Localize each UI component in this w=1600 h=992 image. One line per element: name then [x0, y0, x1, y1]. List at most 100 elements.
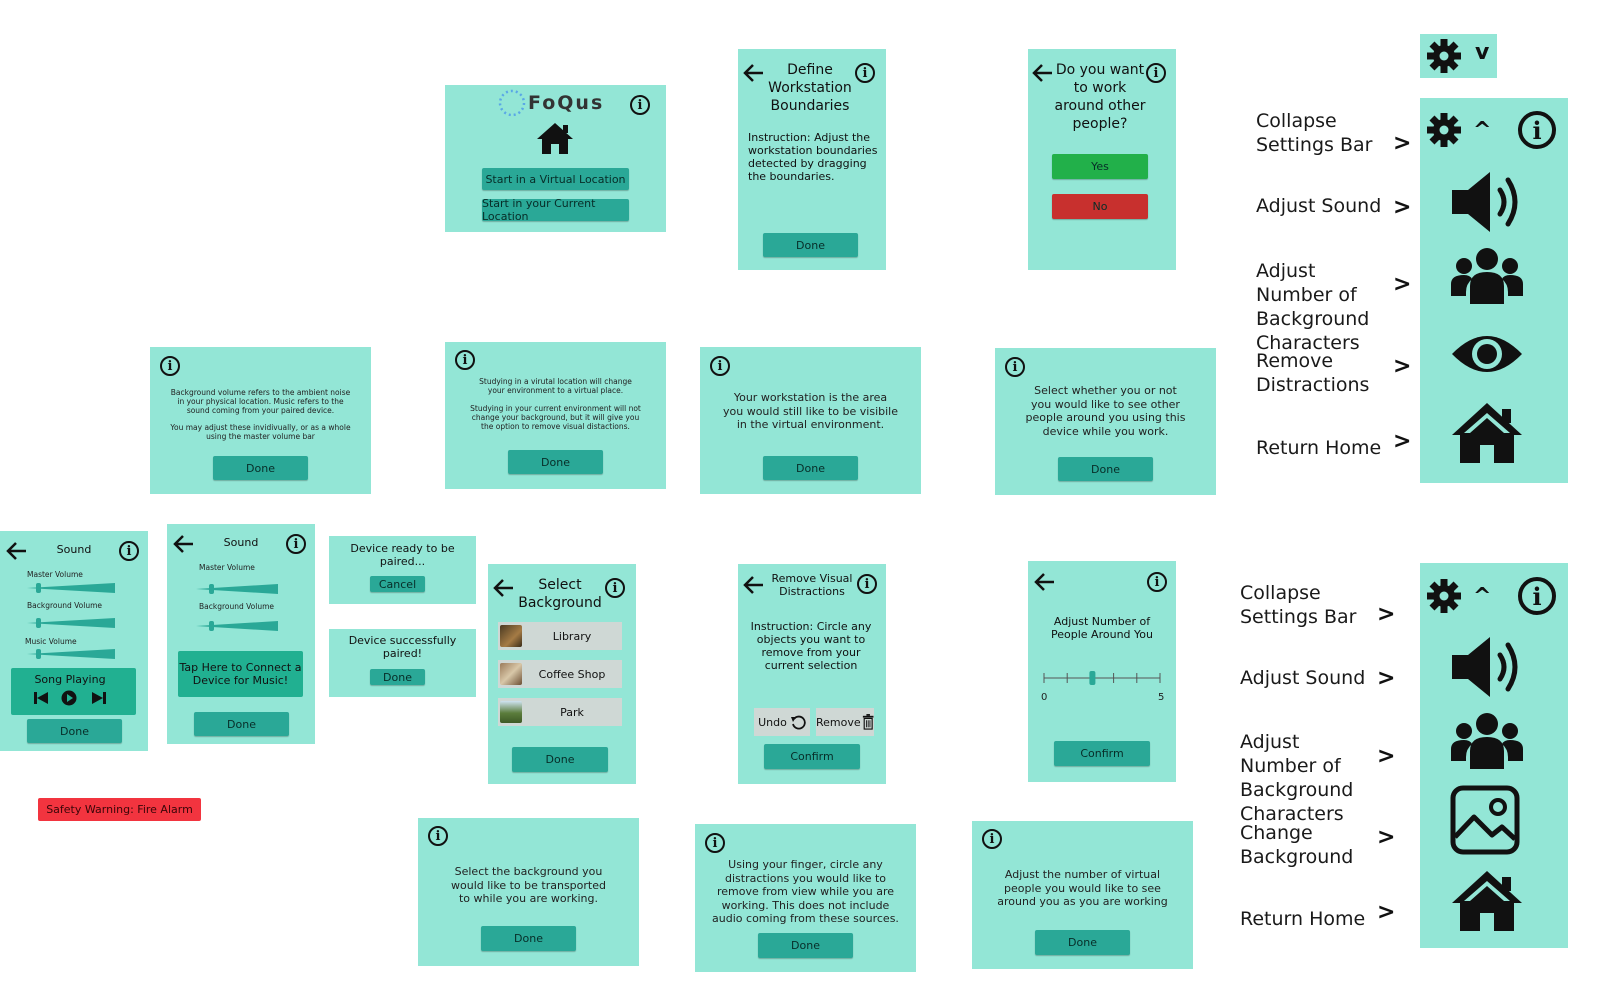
info-icon[interactable]: i [286, 534, 306, 554]
info-icon[interactable]: i [710, 356, 730, 376]
speaker-icon[interactable] [1450, 168, 1524, 236]
change-background-label: Change Background [1240, 822, 1354, 868]
adjust-sound-label: Adjust Sound [1240, 667, 1366, 689]
group-people-icon[interactable] [1450, 711, 1524, 771]
pairing-ready-dialog: Device ready to be paired... Cancel [329, 536, 476, 604]
info-icon[interactable]: i [705, 833, 725, 853]
info-icon[interactable]: i [1147, 572, 1167, 592]
define-boundaries-screen: Define Workstation Boundaries i Instruct… [738, 49, 886, 270]
back-arrow-icon[interactable] [741, 60, 767, 86]
master-volume-slider[interactable] [27, 582, 117, 594]
info-icon[interactable]: i [1146, 63, 1166, 83]
play-icon[interactable] [61, 690, 77, 706]
image-icon[interactable] [1450, 785, 1520, 855]
done-button[interactable]: Done [1058, 457, 1153, 481]
done-button[interactable]: Done [213, 456, 308, 480]
background-volume-slider[interactable] [196, 620, 280, 632]
confirm-button[interactable]: Confirm [1054, 741, 1150, 766]
song-player: Song Playing [11, 668, 136, 715]
done-button[interactable]: Done [508, 450, 603, 474]
speaker-icon[interactable] [1450, 633, 1524, 701]
background-volume-label: Background Volume [199, 602, 275, 611]
home-icon[interactable] [1450, 401, 1524, 465]
remove-button[interactable]: Remove [816, 708, 874, 736]
info-distractions-screen: i Using your finger, circle any distract… [695, 824, 916, 972]
screen-title: Remove Visual Distractions [771, 572, 853, 598]
info-icon[interactable]: i [119, 541, 139, 561]
remove-label: Remove [816, 715, 861, 729]
next-track-icon[interactable] [91, 691, 107, 705]
undo-button[interactable]: Undo [754, 708, 810, 736]
done-button[interactable]: Done [370, 669, 425, 685]
done-button[interactable]: Done [481, 926, 576, 951]
info-icon[interactable]: i [455, 350, 475, 370]
music-volume-slider[interactable] [27, 648, 117, 660]
back-arrow-icon[interactable] [1032, 569, 1058, 595]
info-icon[interactable]: i [855, 63, 875, 83]
info-icon[interactable]: i [1518, 577, 1556, 615]
background-volume-slider[interactable] [27, 617, 117, 629]
home-icon [537, 123, 573, 154]
info-icon[interactable]: i [982, 829, 1002, 849]
slider-max-label: 5 [1158, 692, 1165, 703]
back-arrow-icon[interactable] [1030, 60, 1056, 86]
info-icon[interactable]: i [630, 95, 650, 115]
no-button[interactable]: No [1052, 194, 1148, 219]
collapsed-settings-bar[interactable]: v [1420, 34, 1497, 78]
arrow-right-icon: > [1393, 195, 1412, 220]
coffee-shop-thumbnail [500, 663, 522, 685]
background-option-label: Park [560, 705, 584, 719]
background-option-park[interactable]: Park [498, 698, 622, 726]
confirm-button[interactable]: Confirm [764, 744, 860, 769]
back-arrow-icon[interactable] [491, 575, 517, 601]
pairing-status: Device ready to be paired... [350, 542, 455, 568]
done-button[interactable]: Done [512, 747, 608, 772]
gear-icon[interactable] [1426, 38, 1462, 74]
back-arrow-icon[interactable] [741, 572, 767, 598]
expand-chevron-icon[interactable]: v [1475, 40, 1489, 65]
cancel-button[interactable]: Cancel [370, 576, 425, 592]
info-icon[interactable]: i [1005, 357, 1025, 377]
info-icon[interactable]: i [857, 574, 877, 594]
group-people-icon[interactable] [1450, 246, 1524, 306]
info-icon[interactable]: i [605, 578, 625, 598]
master-volume-slider[interactable] [196, 583, 280, 595]
music-volume-label: Music Volume [25, 637, 77, 646]
done-button[interactable]: Done [27, 719, 122, 743]
people-count-slider[interactable] [1040, 669, 1164, 687]
arrow-right-icon: > [1377, 666, 1396, 691]
app-title: FoQus [528, 92, 605, 114]
collapse-chevron-icon[interactable]: ^ [1473, 118, 1491, 143]
back-arrow-icon[interactable] [171, 531, 197, 557]
connect-device-button[interactable]: Tap Here to Connect a Device for Music! [178, 651, 303, 697]
safety-warning-banner[interactable]: Safety Warning: Fire Alarm [38, 798, 201, 821]
info-sound-screen: i Background volume refers to the ambien… [150, 347, 371, 494]
collapse-chevron-icon[interactable]: ^ [1473, 584, 1491, 609]
start-current-button[interactable]: Start in your Current Location [482, 197, 629, 223]
yes-button[interactable]: Yes [1052, 154, 1148, 179]
previous-track-icon[interactable] [33, 691, 49, 705]
info-icon[interactable]: i [1518, 111, 1556, 149]
done-button[interactable]: Done [763, 233, 858, 257]
background-option-library[interactable]: Library [498, 622, 622, 650]
done-button[interactable]: Done [194, 712, 289, 736]
start-virtual-button[interactable]: Start in a Virtual Location [482, 168, 629, 190]
remove-distractions-screen: Remove Visual Distractions i Instruction… [738, 564, 886, 784]
info-people-screen: i Select whether you or not you would li… [995, 348, 1216, 495]
done-button[interactable]: Done [763, 456, 858, 480]
info-icon[interactable]: i [160, 356, 180, 376]
gear-icon[interactable] [1426, 578, 1462, 614]
song-status: Song Playing [34, 673, 106, 686]
undo-label: Undo [758, 715, 787, 729]
done-button[interactable]: Done [1035, 930, 1130, 955]
background-option-coffee-shop[interactable]: Coffee Shop [498, 660, 622, 688]
adjust-characters-label: Adjust Number of Background Characters [1240, 731, 1354, 825]
back-arrow-icon[interactable] [4, 538, 30, 564]
eye-icon[interactable] [1450, 330, 1524, 378]
screen-title: Select Background [518, 577, 602, 611]
done-button[interactable]: Done [758, 933, 853, 958]
info-icon[interactable]: i [428, 826, 448, 846]
home-icon[interactable] [1450, 869, 1524, 933]
gear-icon[interactable] [1426, 112, 1462, 148]
slider-thumb[interactable] [1089, 671, 1096, 685]
